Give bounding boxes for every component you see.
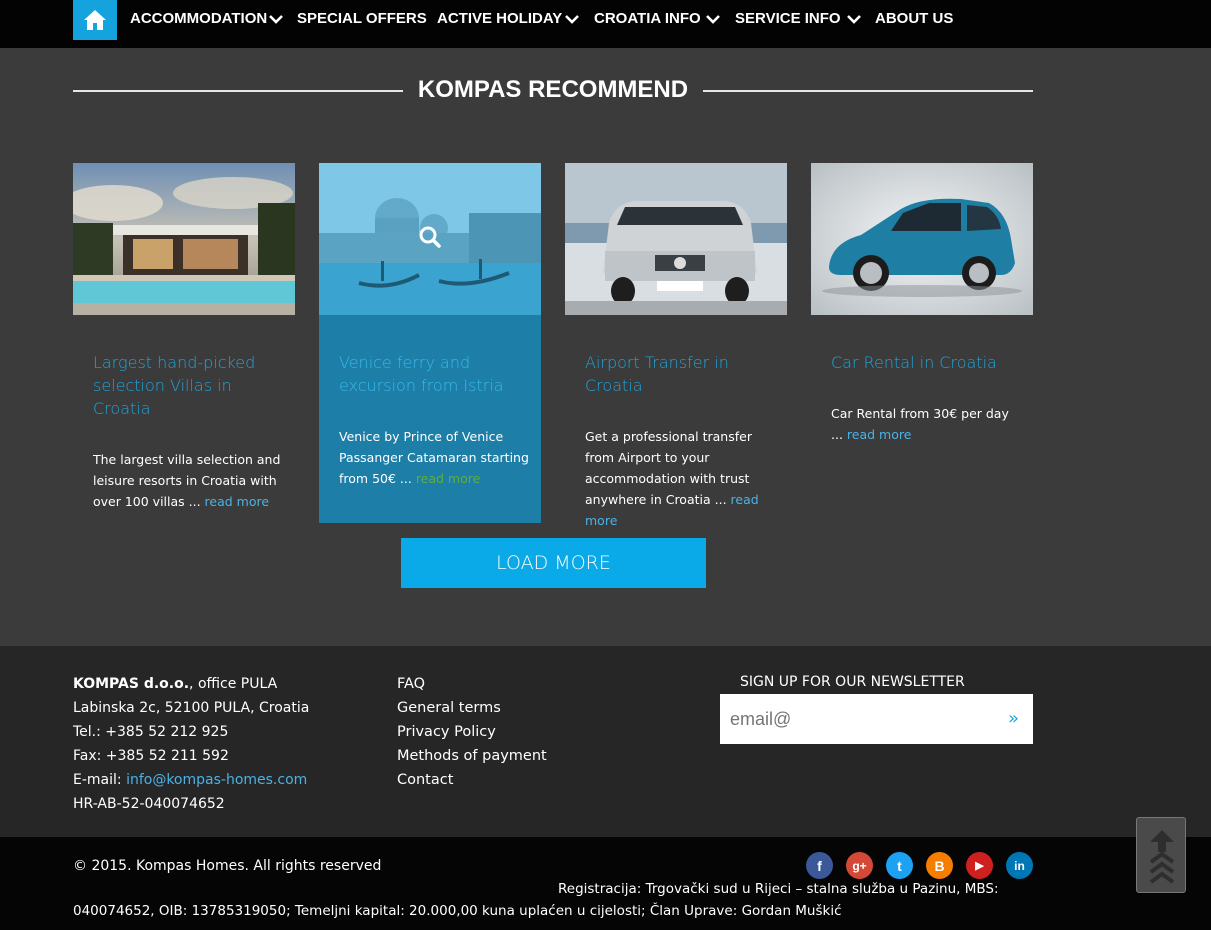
arrow-up-icon	[1149, 830, 1175, 884]
company-line: KOMPAS d.o.o., office PULA	[73, 672, 309, 696]
newsletter-email-input[interactable]	[730, 694, 990, 744]
nav-service-info[interactable]: SERVICE INFO	[735, 10, 841, 27]
card-title-airport-transfer[interactable]: Airport Transfer in Croatia	[585, 351, 765, 397]
company-name: KOMPAS d.o.o.	[73, 676, 190, 692]
newsletter-form	[720, 694, 1033, 744]
home-button[interactable]	[73, 0, 117, 40]
card-text-venice: Venice by Prince of Venice Passanger Cat…	[339, 426, 529, 489]
load-more-button[interactable]: LOAD MORE	[401, 538, 706, 588]
nav-about-us[interactable]: ABOUT US	[875, 10, 953, 27]
chevron-down-icon[interactable]	[564, 12, 580, 26]
nav-active-holiday[interactable]: ACTIVE HOLIDAY	[437, 10, 562, 27]
office-name: , office PULA	[189, 676, 278, 692]
youtube-icon[interactable]: ▶	[966, 852, 993, 879]
top-navigation: ACCOMMODATION SPECIAL OFFERS ACTIVE HOLI…	[0, 0, 1211, 48]
footer-link-general-terms[interactable]: General terms	[397, 696, 547, 720]
card-text-airport-transfer: Get a professional transfer from Airport…	[585, 426, 775, 531]
linkedin-icon[interactable]: in	[1006, 852, 1033, 879]
newsletter-submit-icon[interactable]: »	[1008, 708, 1026, 729]
chevron-down-icon[interactable]	[705, 12, 721, 26]
contact-info: KOMPAS d.o.o., office PULA Labinska 2c, …	[73, 672, 309, 816]
footer-link-faq[interactable]: FAQ	[397, 672, 547, 696]
facebook-icon[interactable]: f	[806, 852, 833, 879]
google-plus-icon[interactable]: g+	[846, 852, 873, 879]
twitter-icon[interactable]: t	[886, 852, 913, 879]
email-label: E-mail:	[73, 772, 127, 788]
read-more-link[interactable]: read more	[847, 427, 912, 442]
nav-special-offers[interactable]: SPECIAL OFFERS	[297, 10, 427, 27]
read-more-link[interactable]: read more	[205, 494, 270, 509]
copyright: © 2015. Kompas Homes. All rights reserve…	[73, 858, 382, 874]
heading-divider-right	[703, 90, 1033, 92]
fax: Fax: +385 52 211 592	[73, 748, 229, 764]
card-description: Get a professional transfer from Airport…	[585, 429, 752, 507]
heading-divider-left	[73, 90, 403, 92]
phone: Tel.: +385 52 212 925	[73, 724, 229, 740]
nav-croatia-info[interactable]: CROATIA INFO	[594, 10, 701, 27]
read-more-link[interactable]: read more	[416, 471, 481, 486]
card-text-villas: The largest villa selection and leisure …	[93, 449, 283, 512]
search-icon[interactable]	[418, 225, 442, 249]
section-heading: KOMPAS RECOMMEND	[417, 76, 689, 103]
nav-accommodation[interactable]: ACCOMMODATION	[130, 10, 267, 27]
newsletter-label: SIGN UP FOR OUR NEWSLETTER	[740, 674, 965, 690]
scroll-to-top-button[interactable]	[1136, 817, 1186, 893]
chevron-down-icon[interactable]	[846, 12, 862, 26]
address: Labinska 2c, 52100 PULA, Croatia	[73, 700, 310, 716]
card-title-venice[interactable]: Venice ferry and excursion from Istria	[339, 351, 519, 397]
email-line: E-mail: info@kompas-homes.com	[73, 768, 309, 792]
home-icon	[84, 10, 106, 30]
footer-link-privacy-policy[interactable]: Privacy Policy	[397, 720, 547, 744]
blogger-icon[interactable]: B	[926, 852, 953, 879]
airport-transfer-image[interactable]	[565, 163, 787, 315]
footer-link-contact[interactable]: Contact	[397, 768, 547, 792]
footer-links: FAQ General terms Privacy Policy Methods…	[397, 672, 547, 792]
registration-text-line2: 040074652, OIB: 13785319050; Temeljni ka…	[73, 903, 842, 919]
footer-link-methods-of-payment[interactable]: Methods of payment	[397, 744, 547, 768]
card-title-villas[interactable]: Largest hand-picked selection Villas in …	[93, 351, 273, 420]
car-rental-image[interactable]	[811, 163, 1033, 315]
card-text-car-rental: Car Rental from 30€ per day ... read mor…	[831, 403, 1021, 445]
venice-image[interactable]	[319, 163, 541, 315]
email-link[interactable]: info@kompas-homes.com	[126, 772, 307, 788]
card-title-car-rental[interactable]: Car Rental in Croatia	[831, 351, 1011, 374]
registration-id: HR-AB-52-040074652	[73, 796, 225, 812]
registration-text-line1: Registracija: Trgovački sud u Rijeci – s…	[558, 881, 999, 897]
villa-image[interactable]	[73, 163, 295, 315]
chevron-down-icon[interactable]	[268, 12, 284, 26]
